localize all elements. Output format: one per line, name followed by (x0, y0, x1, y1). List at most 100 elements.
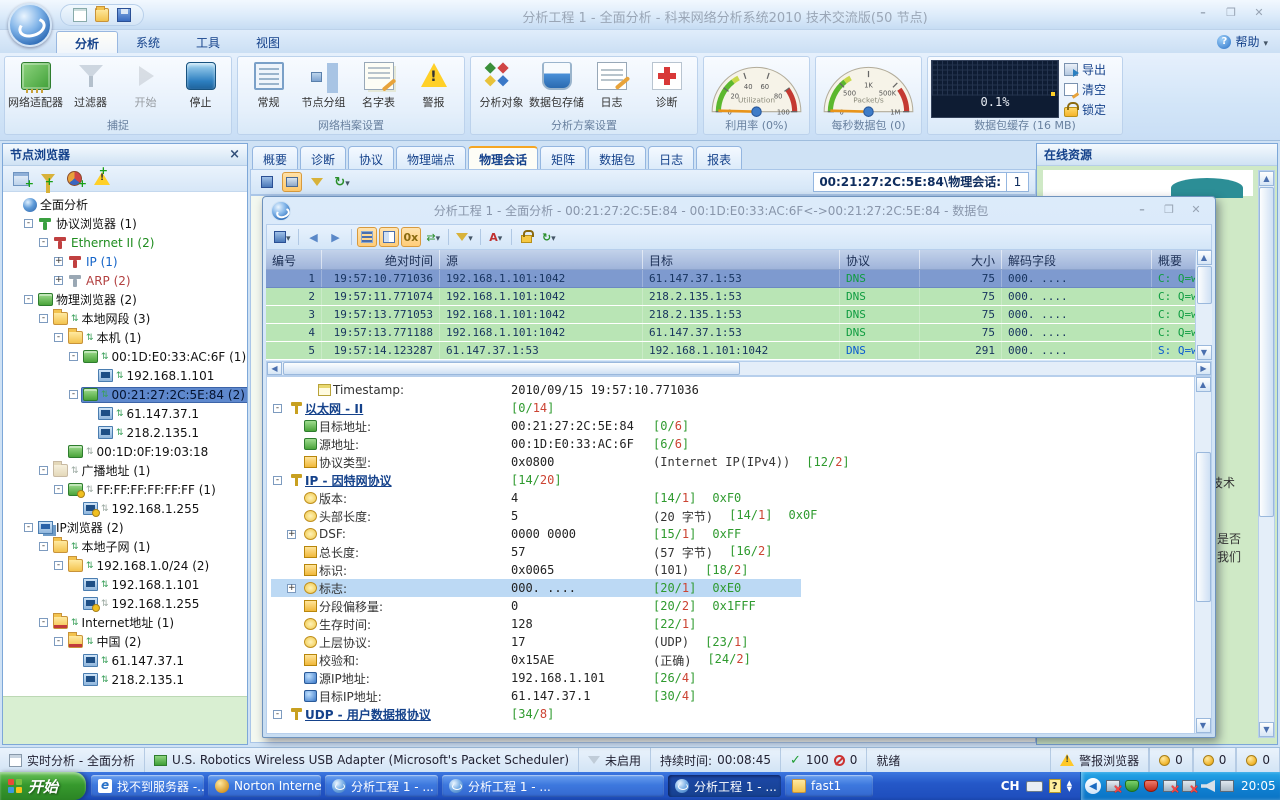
view-tab[interactable]: 诊断 (300, 146, 346, 169)
close-button[interactable]: ✕ (1185, 203, 1207, 218)
scroll-right-icon[interactable]: ▶ (1196, 362, 1211, 375)
collapse-icon[interactable]: - (39, 542, 48, 551)
tree-item[interactable]: -⇅本机 (1) (3, 328, 247, 347)
tree-item[interactable]: -⇅中国 (2) (3, 632, 247, 651)
minimize-button[interactable]: – (1192, 6, 1214, 21)
decode-row[interactable]: 目标地址:00:21:27:2C:5E:84[0/6] (271, 417, 1211, 435)
collapse-icon[interactable]: - (273, 710, 282, 719)
expand-icon[interactable]: + (287, 584, 296, 593)
task-button[interactable]: 分析工程 1 - ... (668, 775, 781, 797)
tree-item[interactable]: -⇅00:21:27:2C:5E:84 (2) (3, 385, 247, 404)
tree-item[interactable]: ⇅218.2.135.1 (3, 670, 247, 689)
minimize-button[interactable]: – (1131, 203, 1153, 218)
decode-row[interactable]: +标志:000. ....[20/1]0xE0 (271, 579, 1211, 597)
collapse-icon[interactable]: - (39, 238, 48, 247)
expand-icon[interactable]: + (54, 276, 63, 285)
tree-item[interactable]: ⇅192.168.1.101 (3, 575, 247, 594)
shield-update-icon[interactable] (1125, 780, 1139, 792)
tree-item[interactable]: -⇅本地子网 (1) (3, 537, 247, 556)
language-indicator[interactable]: CH (1001, 779, 1020, 793)
save-packets-button[interactable] (272, 227, 293, 247)
collapse-icon[interactable]: - (54, 637, 63, 646)
collapse-icon[interactable]: - (24, 295, 33, 304)
open-folder-icon[interactable] (95, 8, 109, 22)
close-panel-icon[interactable]: × (229, 147, 240, 162)
tree-item[interactable]: ⇅00:1D:0F:19:03:18 (3, 442, 247, 461)
prev-packet-button[interactable]: ◀ (304, 227, 324, 247)
filter-button[interactable] (454, 227, 475, 247)
online-scrollbar[interactable]: ▲ ▼ (1258, 170, 1275, 738)
task-button[interactable]: 分析工程 1 - ... (325, 775, 438, 797)
tree-item[interactable]: 全面分析 (3, 195, 247, 214)
collapse-icon[interactable]: - (54, 561, 63, 570)
column-header[interactable]: 绝对时间 (322, 250, 440, 269)
ribbon-button[interactable]: 数据包存储 (529, 60, 584, 119)
view-tab[interactable]: 日志 (648, 146, 694, 169)
next-packet-button[interactable]: ▶ (326, 227, 346, 247)
tree-item[interactable]: ⇅192.168.1.255 (3, 594, 247, 613)
network-disconnected-icon[interactable] (1163, 780, 1177, 792)
collapse-icon[interactable]: - (273, 476, 282, 485)
tree-item[interactable]: -物理浏览器 (2) (3, 290, 247, 309)
packet-row[interactable]: 219:57:11.771074192.168.1.101:1042218.2.… (266, 288, 1212, 306)
tree-item[interactable]: -协议浏览器 (1) (3, 214, 247, 233)
scrollbar-thumb[interactable] (1196, 452, 1211, 602)
buffer-action-button[interactable]: 锁定 (1064, 101, 1106, 118)
scroll-up-icon[interactable]: ▲ (1259, 171, 1274, 186)
ribbon-button[interactable]: 网络适配器 (8, 60, 63, 119)
ribbon-tab[interactable]: 视图 (238, 31, 298, 53)
tree-item[interactable]: -⇅192.168.1.0/24 (2) (3, 556, 247, 575)
tree-item[interactable]: -Ethernet II (2) (3, 233, 247, 252)
app-logo-icon[interactable] (8, 3, 52, 47)
expand-icon[interactable]: + (287, 530, 296, 539)
collapse-icon[interactable]: - (24, 523, 33, 532)
tree-item[interactable]: -⇅本地网段 (3) (3, 309, 247, 328)
view-tab[interactable]: 矩阵 (540, 146, 586, 169)
ribbon-button[interactable]: 诊断 (639, 60, 694, 119)
add-table-icon[interactable] (13, 172, 29, 186)
tree-item[interactable]: ⇅61.147.37.1 (3, 404, 247, 423)
collapse-icon[interactable]: - (39, 618, 48, 627)
ribbon-button[interactable]: 日志 (584, 60, 639, 119)
tree-item[interactable]: ⇅192.168.1.255 (3, 499, 247, 518)
collapse-icon[interactable]: - (69, 390, 78, 399)
task-button[interactable]: 找不到服务器 -... (91, 775, 204, 797)
help-button[interactable]: ? 帮助 (1217, 33, 1268, 50)
refresh-button[interactable]: ↻ (332, 172, 352, 192)
decode-row[interactable]: -以太网 - II[0/14] (271, 399, 1211, 417)
display-icon[interactable] (1220, 780, 1234, 792)
collapse-icon[interactable]: - (24, 219, 33, 228)
keyboard-icon[interactable] (1026, 781, 1043, 792)
packet-row[interactable]: 319:57:13.771053192.168.1.101:1042218.2.… (266, 306, 1212, 324)
ribbon-button[interactable]: 警报 (406, 60, 461, 119)
scroll-up-icon[interactable]: ▲ (1196, 377, 1211, 392)
horizontal-scrollbar[interactable]: ◀ ▶ (266, 361, 1212, 376)
ribbon-button[interactable]: 停止 (173, 60, 228, 119)
decode-row[interactable]: 源地址:00:1D:E0:33:AC:6F[6/6] (271, 435, 1211, 453)
collapse-icon[interactable]: - (69, 352, 78, 361)
decode-format-button[interactable]: A (486, 227, 506, 247)
tree-item[interactable]: +ARP (2) (3, 271, 247, 290)
maximize-button[interactable]: ❐ (1220, 6, 1242, 21)
refresh-button[interactable]: ↻ (539, 227, 559, 247)
decode-row[interactable]: 目标IP地址:61.147.37.1[30/4] (271, 687, 1211, 705)
export-view-button[interactable] (257, 172, 277, 192)
decode-row[interactable]: 头部长度:5(20 字节)[14/1]0x0F (271, 507, 1211, 525)
add-chart-icon[interactable] (67, 171, 82, 186)
ribbon-button[interactable]: 名字表 (351, 60, 406, 119)
scrollbar-thumb[interactable] (283, 362, 740, 375)
column-header[interactable]: 解码字段 (1002, 250, 1152, 269)
close-button[interactable]: ✕ (1248, 6, 1270, 21)
collapse-icon[interactable]: - (54, 333, 63, 342)
tree-item[interactable]: -⇅00:1D:E0:33:AC:6F (1) (3, 347, 247, 366)
decode-row[interactable]: Timestamp:2010/09/15 19:57:10.771036 (271, 381, 1211, 399)
tree-item[interactable]: ⇅61.147.37.1 (3, 651, 247, 670)
packet-table-scrollbar[interactable]: ▲ ▼ (1195, 250, 1212, 360)
task-button[interactable]: fast1 (785, 775, 873, 797)
decode-row[interactable]: 生存时间:128[22/1] (271, 615, 1211, 633)
scrollbar-thumb[interactable] (1197, 266, 1212, 304)
view-tab[interactable]: 物理会话 (468, 146, 538, 169)
task-button[interactable]: 分析工程 1 - ... (442, 775, 664, 797)
view-tab[interactable]: 物理端点 (396, 146, 466, 169)
connection-error-icon[interactable] (1182, 780, 1196, 792)
